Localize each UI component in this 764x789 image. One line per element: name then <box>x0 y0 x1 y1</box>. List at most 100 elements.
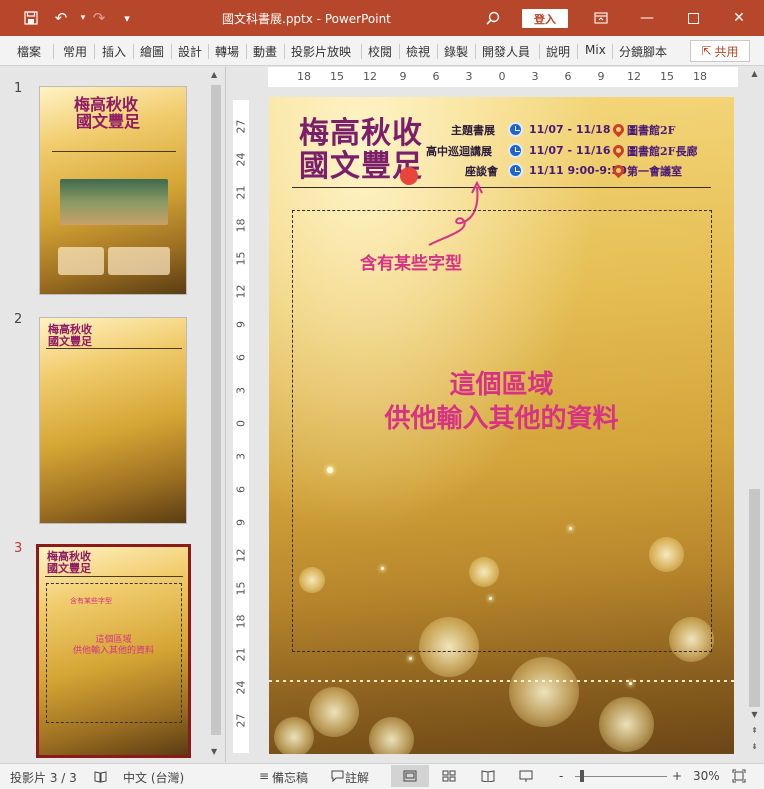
tab-mix[interactable]: Mix <box>585 43 606 57</box>
slide-thumbnail-3-selected[interactable]: 梅高秋收 國文豐足 含有某些字型 這個區域 供他輸入其他的資料 <box>36 544 191 758</box>
ruler-mark: 9 <box>234 321 248 328</box>
minimize-button[interactable]: — <box>624 0 670 36</box>
thumbnail-scroll-thumb[interactable] <box>211 85 221 735</box>
ruler-mark: 0 <box>234 420 248 427</box>
vertical-ruler: 27 24 21 18 15 12 9 6 3 0 3 6 9 12 15 18… <box>233 100 249 753</box>
editor-scroll-thumb[interactable] <box>749 489 760 707</box>
comments-icon[interactable] <box>329 768 345 784</box>
thumbnail-scrollbar[interactable]: ▲ ▼ <box>208 67 224 762</box>
font-note-text[interactable]: 含有某些字型 <box>360 249 462 274</box>
ruler-mark: 12 <box>234 284 248 299</box>
tab-review[interactable]: 校閱 <box>368 43 392 60</box>
thumbnail-number: 2 <box>14 312 23 327</box>
fit-to-window-icon[interactable] <box>731 768 747 784</box>
share-button[interactable]: ⇱ 共用 <box>690 40 750 62</box>
tab-separator <box>577 44 578 59</box>
tab-view[interactable]: 檢視 <box>406 43 430 60</box>
language-indicator[interactable]: 中文 (台灣) <box>123 769 184 786</box>
tab-transitions[interactable]: 轉場 <box>215 43 239 60</box>
sparkle <box>629 682 632 685</box>
event-date: 11/07 - 11/18 <box>529 123 611 136</box>
scroll-up-icon[interactable]: ▲ <box>211 70 217 79</box>
area-note-text[interactable]: 這個區域 供他輸入其他的資料 <box>269 369 734 437</box>
event-place: 圖書館2F <box>627 124 676 137</box>
tab-slideshow[interactable]: 投影片放映 <box>291 43 351 60</box>
notes-button[interactable]: 備忘稿 <box>272 769 308 786</box>
thumbnail-title: 梅高秋收 國文豐足 <box>74 95 141 131</box>
clock-icon <box>508 143 523 158</box>
slide-canvas[interactable]: 梅高秋收 國文豐足 主題書展 11/07 - 11/18 圖書館2F 高中巡迴講… <box>269 97 734 754</box>
scroll-up-icon[interactable]: ▲ <box>749 69 760 78</box>
tab-design[interactable]: 設計 <box>178 43 202 60</box>
slide-sorter-icon[interactable] <box>441 768 457 784</box>
tab-separator <box>475 44 476 59</box>
share-label: 共用 <box>714 44 739 59</box>
notes-icon[interactable]: ≡ <box>256 768 272 784</box>
customize-toolbar-icon[interactable]: ▾ <box>116 8 138 28</box>
scroll-down-icon[interactable]: ▼ <box>211 747 217 756</box>
ruler-mark: 21 <box>234 647 248 662</box>
tab-animations[interactable]: 動畫 <box>253 43 277 60</box>
ruler-mark: 15 <box>234 581 248 596</box>
header-divider-line <box>292 187 711 188</box>
ruler-mark: 27 <box>234 119 248 134</box>
ruler-mark: 18 <box>234 614 248 629</box>
zoom-slider-track[interactable] <box>575 776 667 777</box>
tab-developer[interactable]: 開發人員 <box>482 43 530 60</box>
tab-insert[interactable]: 插入 <box>102 43 126 60</box>
tab-storyboard[interactable]: 分鏡腳本 <box>619 43 667 60</box>
ribbon-display-options-icon[interactable] <box>578 0 624 36</box>
ruler-mark: 15 <box>660 70 674 83</box>
clock-icon <box>508 122 523 137</box>
zoom-in-button[interactable]: + <box>672 769 682 783</box>
tab-separator <box>53 44 54 59</box>
tab-help[interactable]: 說明 <box>546 43 570 60</box>
bokeh-light <box>509 657 579 727</box>
ruler-mark: 18 <box>297 70 311 83</box>
ruler-mark: 24 <box>234 152 248 167</box>
ruler-mark: 18 <box>693 70 707 83</box>
zoom-slider-thumb[interactable] <box>580 770 584 782</box>
ruler-mark: 24 <box>234 680 248 695</box>
undo-icon[interactable]: ↶ <box>50 8 72 28</box>
previous-slide-icon[interactable]: ⇞ <box>749 726 760 735</box>
tab-home[interactable]: 常用 <box>63 43 87 60</box>
book-check-icon[interactable] <box>92 768 108 784</box>
sparkle <box>409 657 412 660</box>
thumbnail-number: 1 <box>14 81 23 96</box>
save-icon[interactable] <box>20 8 42 28</box>
maximize-button[interactable] <box>670 0 716 36</box>
tab-draw[interactable]: 繪圖 <box>140 43 164 60</box>
comments-button[interactable]: 註解 <box>345 769 369 786</box>
zoom-out-button[interactable]: - <box>559 769 563 783</box>
search-icon[interactable] <box>482 8 504 28</box>
tab-separator <box>284 44 285 59</box>
thumbnail-divider <box>52 151 176 152</box>
next-slide-icon[interactable]: ⇟ <box>749 742 760 751</box>
tab-separator <box>612 44 613 59</box>
thumbnail-divider <box>45 576 183 577</box>
bokeh-light <box>274 717 314 754</box>
tab-record[interactable]: 錄製 <box>444 43 468 60</box>
redo-icon[interactable]: ↷ <box>88 8 110 28</box>
horizontal-ruler: 18 15 12 9 6 3 0 3 6 9 12 15 18 <box>268 67 738 87</box>
slide-thumbnail-1[interactable]: 梅高秋收 國文豐足 <box>39 86 187 295</box>
editor-scrollbar[interactable]: ▲ ▼ ⇞ ⇟ <box>745 67 764 762</box>
tab-separator <box>437 44 438 59</box>
tab-separator <box>133 44 134 59</box>
tab-separator <box>94 44 95 59</box>
reading-view-icon[interactable] <box>480 768 496 784</box>
bokeh-light <box>369 717 414 754</box>
thumbnail-panel-right <box>108 247 170 275</box>
bokeh-light <box>309 687 359 737</box>
event-place: 圖書館2F長廊 <box>627 145 698 158</box>
slideshow-icon[interactable] <box>518 768 534 784</box>
zoom-level[interactable]: 30% <box>693 769 720 783</box>
signin-button[interactable]: 登入 <box>522 9 568 28</box>
thumbnail-panel-left <box>58 247 104 275</box>
scroll-down-icon[interactable]: ▼ <box>749 710 760 719</box>
tab-file[interactable]: 檔案 <box>17 43 41 60</box>
close-button[interactable]: ✕ <box>716 0 762 36</box>
normal-view-icon[interactable] <box>391 765 429 787</box>
slide-thumbnail-2[interactable]: 梅高秋收 國文豐足 <box>39 317 187 524</box>
